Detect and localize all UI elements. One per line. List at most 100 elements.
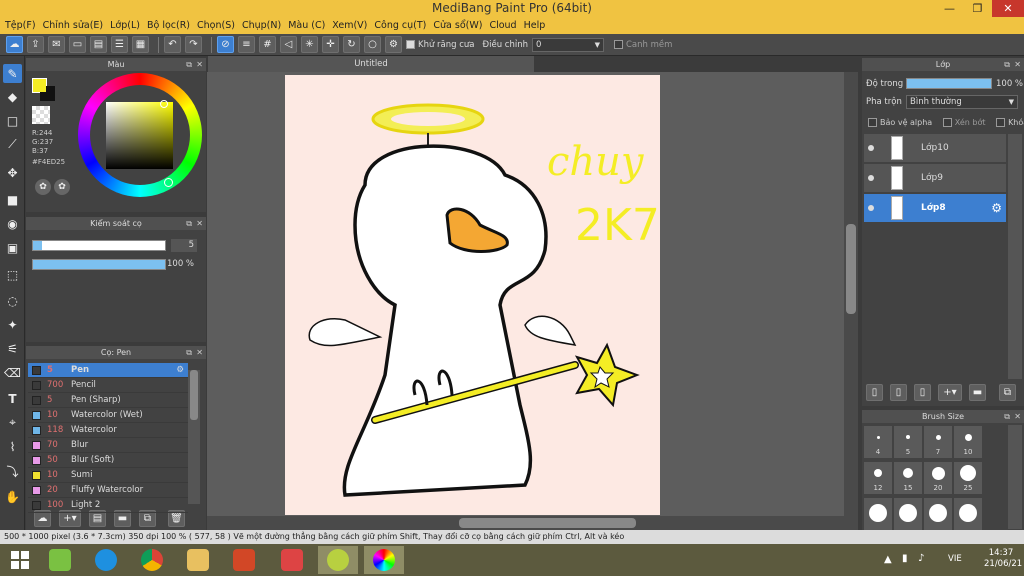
visibility-icon[interactable] bbox=[868, 175, 874, 181]
gradient-tool-icon[interactable]: ▣ bbox=[3, 238, 22, 257]
move-tool-icon[interactable]: ✥ bbox=[3, 163, 22, 182]
minimize-button[interactable]: — bbox=[936, 0, 963, 17]
no-snap-icon[interactable]: ⊘ bbox=[217, 36, 234, 53]
brush-size-cell[interactable]: 5 bbox=[894, 426, 922, 458]
transparent-color-swatch[interactable] bbox=[32, 106, 50, 124]
menu-file[interactable]: Tệp(F) bbox=[4, 20, 42, 31]
dropper-tool-icon[interactable]: ⌇ bbox=[3, 437, 22, 456]
grid-list-icon[interactable]: ▦ bbox=[132, 36, 149, 53]
rectangle-tool-icon[interactable]: □ bbox=[3, 111, 22, 130]
grid-snap-icon[interactable]: # bbox=[259, 36, 276, 53]
circle-snap-icon[interactable]: ○ bbox=[364, 36, 381, 53]
brush-list-scrollbar[interactable] bbox=[188, 370, 200, 504]
brush-size-cell[interactable]: 10 bbox=[954, 426, 982, 458]
layer-row[interactable]: Lớp8 ⚙ bbox=[864, 194, 1006, 222]
snap-checkbox[interactable] bbox=[613, 40, 623, 49]
blend-mode-select[interactable]: Bình thường ▼ bbox=[906, 95, 1018, 109]
brush-list-item[interactable]: 10 Watercolor (Wet) bbox=[28, 408, 188, 423]
brush-opacity-slider[interactable] bbox=[32, 259, 166, 270]
brush-size-cell[interactable] bbox=[954, 498, 982, 530]
select-rect-tool-icon[interactable]: ⬚ bbox=[3, 265, 22, 284]
menu-view[interactable]: Xem(V) bbox=[331, 20, 373, 31]
new-halftone-layer-icon[interactable]: ▯ bbox=[890, 384, 907, 401]
brush-size-cell[interactable] bbox=[924, 498, 952, 530]
brush-size-cell[interactable]: 20 bbox=[924, 462, 952, 494]
system-clock[interactable]: 14:37 21/06/21 bbox=[984, 548, 1022, 570]
select-pen-tool-icon[interactable]: ⚟ bbox=[3, 339, 22, 358]
drawing-canvas[interactable]: chuy 2K7 bbox=[285, 75, 660, 515]
brush-size-cell[interactable] bbox=[894, 498, 922, 530]
hue-picker-handle[interactable] bbox=[164, 178, 173, 187]
medibang-taskbar-icon[interactable] bbox=[364, 546, 404, 574]
gear-icon[interactable]: ⚙ bbox=[991, 201, 1002, 215]
menu-help[interactable]: Help bbox=[523, 20, 552, 31]
share-icon[interactable]: ⇪ bbox=[27, 36, 44, 53]
brush-size-cell[interactable]: 7 bbox=[924, 426, 952, 458]
visibility-icon[interactable] bbox=[868, 145, 874, 151]
layer-row[interactable]: Lớp9 bbox=[864, 164, 1006, 192]
internet-explorer-icon[interactable] bbox=[86, 546, 126, 574]
text-tool-icon[interactable]: T bbox=[3, 389, 22, 408]
monitor-icon[interactable]: ▭ bbox=[69, 36, 86, 53]
radial-snap-icon[interactable]: ✳ bbox=[301, 36, 318, 53]
windows-start-icon[interactable] bbox=[0, 546, 40, 574]
menu-layer[interactable]: Lớp(L) bbox=[109, 20, 146, 31]
select-eraser-tool-icon[interactable]: ⌫ bbox=[3, 363, 22, 382]
palette-icon[interactable]: ✿ bbox=[35, 179, 51, 195]
menu-select[interactable]: Chọn(S) bbox=[196, 20, 241, 31]
popout-icon[interactable]: ⧉ bbox=[1004, 58, 1010, 71]
menu-cloud[interactable]: Cloud bbox=[488, 20, 522, 31]
close-icon[interactable]: ✕ bbox=[196, 346, 203, 359]
brush-size-cell[interactable]: 25 bbox=[954, 462, 982, 494]
magic-wand-tool-icon[interactable]: ✦ bbox=[3, 315, 22, 334]
menu-edit[interactable]: Chỉnh sửa(E) bbox=[42, 20, 110, 31]
brush-size-value[interactable]: 5 bbox=[171, 239, 197, 252]
list-icon[interactable]: ☰ bbox=[111, 36, 128, 53]
new-8bit-layer-icon[interactable]: ▯ bbox=[914, 384, 931, 401]
bucket-tool-icon[interactable]: ◉ bbox=[3, 214, 22, 233]
brush-list-item[interactable]: 5 Pen (Sharp) bbox=[28, 393, 188, 408]
brush-list-item[interactable]: 10 Sumi bbox=[28, 468, 188, 483]
menu-window[interactable]: Cửa sổ(W) bbox=[432, 20, 488, 31]
parallel-snap-icon[interactable]: ≡ bbox=[238, 36, 255, 53]
canvas-horizontal-scrollbar[interactable] bbox=[207, 516, 858, 530]
cloud-icon[interactable]: ☁ bbox=[6, 36, 23, 53]
saturation-value-square[interactable] bbox=[106, 102, 173, 169]
powerpoint-icon[interactable] bbox=[224, 546, 264, 574]
tray-arrow-icon[interactable]: ▲ bbox=[884, 554, 892, 565]
brush-list-item[interactable]: 100 Light 2 bbox=[28, 498, 188, 513]
layer-list-scrollbar[interactable] bbox=[1008, 134, 1022, 379]
paint-app-icon[interactable] bbox=[272, 546, 312, 574]
brush-size-cell[interactable]: 4 bbox=[864, 426, 892, 458]
perspective-snap-icon[interactable]: ◁ bbox=[280, 36, 297, 53]
document-tab[interactable]: Untitled bbox=[208, 56, 534, 72]
popout-icon[interactable]: ⧉ bbox=[186, 217, 192, 230]
hand-tool-icon[interactable]: ✋ bbox=[3, 487, 22, 506]
add-layer-menu-icon[interactable]: +▾ bbox=[938, 384, 962, 401]
saturation-picker-handle[interactable] bbox=[160, 100, 168, 108]
maximize-button[interactable]: ❐ bbox=[964, 0, 991, 17]
input-language[interactable]: VIE bbox=[948, 554, 962, 564]
canvas-vertical-scrollbar[interactable] bbox=[844, 72, 858, 516]
file-explorer-icon[interactable] bbox=[178, 546, 218, 574]
line-tool-icon[interactable]: ⟋ bbox=[3, 135, 22, 154]
layer-folder-icon[interactable]: ▬ bbox=[969, 384, 986, 401]
clipping-checkbox[interactable] bbox=[942, 118, 952, 127]
close-button[interactable]: ✕ bbox=[992, 0, 1024, 17]
protect-alpha-checkbox[interactable] bbox=[868, 118, 877, 127]
gear-icon[interactable]: ⚙ bbox=[176, 365, 184, 375]
brush-list-item[interactable]: 700 Pencil bbox=[28, 378, 188, 393]
layer-row[interactable]: Lớp10 bbox=[864, 134, 1006, 162]
brush-size-cell[interactable] bbox=[864, 498, 892, 530]
palette-add-icon[interactable]: ✿ bbox=[54, 179, 70, 195]
antialias-checkbox[interactable] bbox=[406, 40, 415, 49]
fill-rect-tool-icon[interactable]: ■ bbox=[3, 190, 22, 209]
brush-list-item[interactable]: 5 Pen ⚙ bbox=[28, 363, 188, 378]
lasso-tool-icon[interactable]: ◌ bbox=[3, 291, 22, 310]
duplicate-layer-icon[interactable]: ⧉ bbox=[999, 384, 1016, 401]
menu-tools[interactable]: Công cụ(T) bbox=[373, 20, 432, 31]
visibility-icon[interactable] bbox=[868, 205, 874, 211]
comment-icon[interactable]: ✉ bbox=[48, 36, 65, 53]
green-app-icon[interactable] bbox=[318, 546, 358, 574]
document-icon[interactable]: ▤ bbox=[90, 36, 107, 53]
